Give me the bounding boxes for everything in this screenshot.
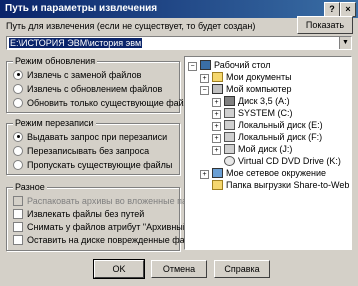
ok-button[interactable]: OK	[93, 259, 145, 279]
checkbox-icon[interactable]	[13, 208, 23, 219]
expand-icon[interactable]: +	[212, 122, 221, 131]
path-value[interactable]: E:\ИСТОРИЯ ЭВМ\история эвм	[9, 38, 143, 48]
tree-item-drive-f[interactable]: + Локальный диск (F:)	[212, 131, 322, 143]
close-icon[interactable]: ×	[340, 2, 356, 17]
drive-icon	[224, 107, 235, 118]
chevron-down-icon[interactable]: ▼	[339, 37, 351, 49]
tree-item-share-to-web[interactable]: Папка выгрузки Share-to-Web	[201, 179, 349, 191]
misc-option-no-paths[interactable]: Извлекать файлы без путей	[13, 208, 144, 220]
misc-group: Разное Распаковать архивы во вложенные п…	[6, 182, 201, 251]
checkbox-icon[interactable]	[13, 221, 23, 232]
overwrite-option-ask[interactable]: Выдавать запрос при перезаписи	[13, 131, 167, 143]
collapse-icon[interactable]: −	[200, 86, 209, 95]
radio-icon[interactable]	[13, 159, 23, 170]
path-combobox[interactable]: E:\ИСТОРИЯ ЭВМ\история эвм ▼	[6, 36, 352, 50]
update-option-existing[interactable]: Обновить только существующие файлы	[13, 97, 195, 109]
network-icon	[212, 167, 223, 178]
folder-icon	[212, 179, 223, 190]
cancel-button[interactable]: Отмена	[151, 260, 207, 278]
checkbox-icon	[13, 195, 23, 206]
tree-item-desktop[interactable]: − Рабочий стол	[188, 59, 271, 71]
drive-icon	[224, 131, 235, 142]
expand-icon[interactable]: +	[212, 134, 221, 143]
folder-tree[interactable]: − Рабочий стол + Мои документы − Мой ком…	[184, 56, 352, 250]
update-mode-group: Режим обновления Извлечь с заменой файло…	[6, 56, 195, 113]
update-mode-title: Режим обновления	[13, 56, 98, 66]
update-option-replace[interactable]: Извлечь с заменой файлов	[13, 69, 141, 81]
overwrite-mode-title: Режим перезаписи	[13, 118, 96, 128]
update-option-update[interactable]: Извлечь с обновлением файлов	[13, 83, 162, 95]
window-title: Путь и параметры извлечения	[5, 3, 158, 14]
tree-item-drive-e[interactable]: + Локальный диск (E:)	[212, 119, 323, 131]
radio-icon[interactable]	[13, 145, 23, 156]
tree-item-drive-j[interactable]: + Мой диск (J:)	[212, 143, 292, 155]
expand-icon[interactable]: +	[212, 146, 221, 155]
misc-title: Разное	[13, 182, 47, 192]
show-button[interactable]: Показать	[297, 16, 353, 34]
path-label: Путь для извлечения (если не существует,…	[6, 21, 256, 31]
expand-icon[interactable]: +	[212, 110, 221, 119]
folder-icon	[212, 71, 223, 82]
overwrite-option-overwrite[interactable]: Перезаписывать без запроса	[13, 145, 149, 157]
tree-item-network[interactable]: + Мое сетевое окружение	[200, 167, 326, 179]
radio-icon[interactable]	[13, 131, 23, 142]
expand-icon[interactable]: +	[200, 74, 209, 83]
misc-option-keep-broken[interactable]: Оставить на диске поврежденные файлы	[13, 234, 201, 246]
misc-option-archive-attr[interactable]: Снимать у файлов атрибут "Архивный"	[13, 221, 191, 233]
overwrite-mode-group: Режим перезаписи Выдавать запрос при пер…	[6, 118, 180, 175]
drive-icon	[224, 143, 235, 154]
computer-icon	[212, 83, 223, 94]
drive-icon	[224, 119, 235, 130]
floppy-icon	[224, 95, 235, 106]
tree-item-drive-a[interactable]: + Диск 3,5 (A:)	[212, 95, 290, 107]
desktop-icon	[200, 59, 211, 70]
tree-item-drive-k[interactable]: Virtual CD DVD Drive (K:)	[213, 155, 341, 167]
tree-item-drive-c[interactable]: + SYSTEM (C:)	[212, 107, 293, 119]
cd-icon	[224, 155, 235, 166]
checkbox-icon[interactable]	[13, 234, 23, 245]
expand-icon[interactable]: +	[212, 98, 221, 107]
expand-icon[interactable]: +	[200, 170, 209, 179]
radio-icon[interactable]	[13, 97, 23, 108]
tree-item-my-documents[interactable]: + Мои документы	[200, 71, 292, 83]
misc-option-nested: Распаковать архивы во вложенные папки	[13, 195, 201, 207]
tree-item-my-computer[interactable]: − Мой компьютер	[200, 83, 292, 95]
help-button[interactable]: Справка	[214, 260, 270, 278]
radio-icon[interactable]	[13, 83, 23, 94]
collapse-icon[interactable]: −	[188, 62, 197, 71]
help-icon[interactable]: ?	[324, 2, 340, 17]
radio-icon[interactable]	[13, 69, 23, 80]
overwrite-option-skip[interactable]: Пропускать существующие файлы	[13, 159, 172, 171]
